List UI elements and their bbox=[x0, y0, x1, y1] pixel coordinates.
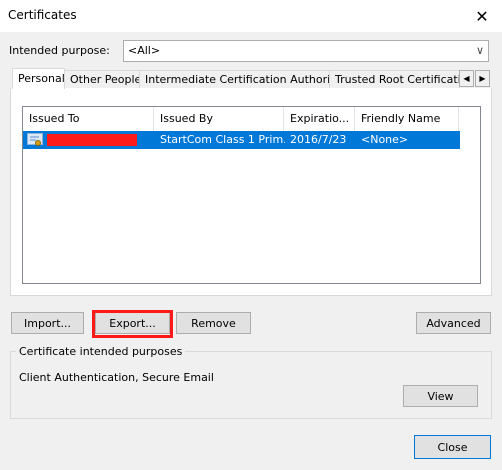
column-header-friendly-name[interactable]: Friendly Name bbox=[355, 107, 459, 131]
cell-expiration: 2016/7/23 bbox=[290, 133, 347, 146]
certificate-icon bbox=[27, 133, 43, 146]
advanced-button[interactable]: Advanced bbox=[416, 312, 491, 334]
export-highlight-box bbox=[92, 310, 173, 338]
remove-button[interactable]: Remove bbox=[176, 312, 251, 334]
tab-personal[interactable]: Personal bbox=[12, 68, 65, 89]
certificate-list[interactable]: Issued To Issued By Expiratio... Friendl… bbox=[22, 106, 481, 284]
cell-friendly-name: <None> bbox=[361, 133, 409, 146]
redacted-issued-to bbox=[47, 134, 137, 146]
intended-purpose-combo[interactable]: <All> ∨ bbox=[123, 40, 489, 62]
window-title: Certificates bbox=[8, 8, 77, 22]
intended-purpose-value: <All> bbox=[128, 44, 161, 57]
chevron-down-icon: ∨ bbox=[475, 44, 484, 57]
tab-other-people[interactable]: Other People bbox=[64, 70, 140, 89]
column-header-expiration[interactable]: Expiratio... bbox=[284, 107, 355, 131]
column-header-issued-by[interactable]: Issued By bbox=[154, 107, 284, 131]
purposes-text: Client Authentication, Secure Email bbox=[19, 371, 214, 384]
view-button[interactable]: View bbox=[403, 385, 478, 407]
import-button[interactable]: Import... bbox=[11, 312, 84, 334]
close-icon[interactable]: ✕ bbox=[466, 2, 498, 30]
table-row[interactable]: StartCom Class 1 Prim... 2016/7/23 <None… bbox=[23, 131, 460, 149]
tab-intermediate-ca[interactable]: Intermediate Certification Authorities bbox=[139, 70, 330, 89]
purposes-group-label: Certificate intended purposes bbox=[16, 345, 186, 358]
tab-trusted-root-ca[interactable]: Trusted Root Certification Authorities bbox=[329, 70, 460, 89]
tab-scroll-right-icon[interactable]: ▶ bbox=[475, 70, 490, 87]
close-button[interactable]: Close bbox=[414, 435, 491, 459]
column-header-issued-to[interactable]: Issued To bbox=[23, 107, 154, 131]
tab-scroll-left-icon[interactable]: ◀ bbox=[459, 70, 474, 87]
intended-purpose-label: Intended purpose: bbox=[9, 44, 110, 57]
cell-issued-by: StartCom Class 1 Prim... bbox=[160, 133, 285, 146]
